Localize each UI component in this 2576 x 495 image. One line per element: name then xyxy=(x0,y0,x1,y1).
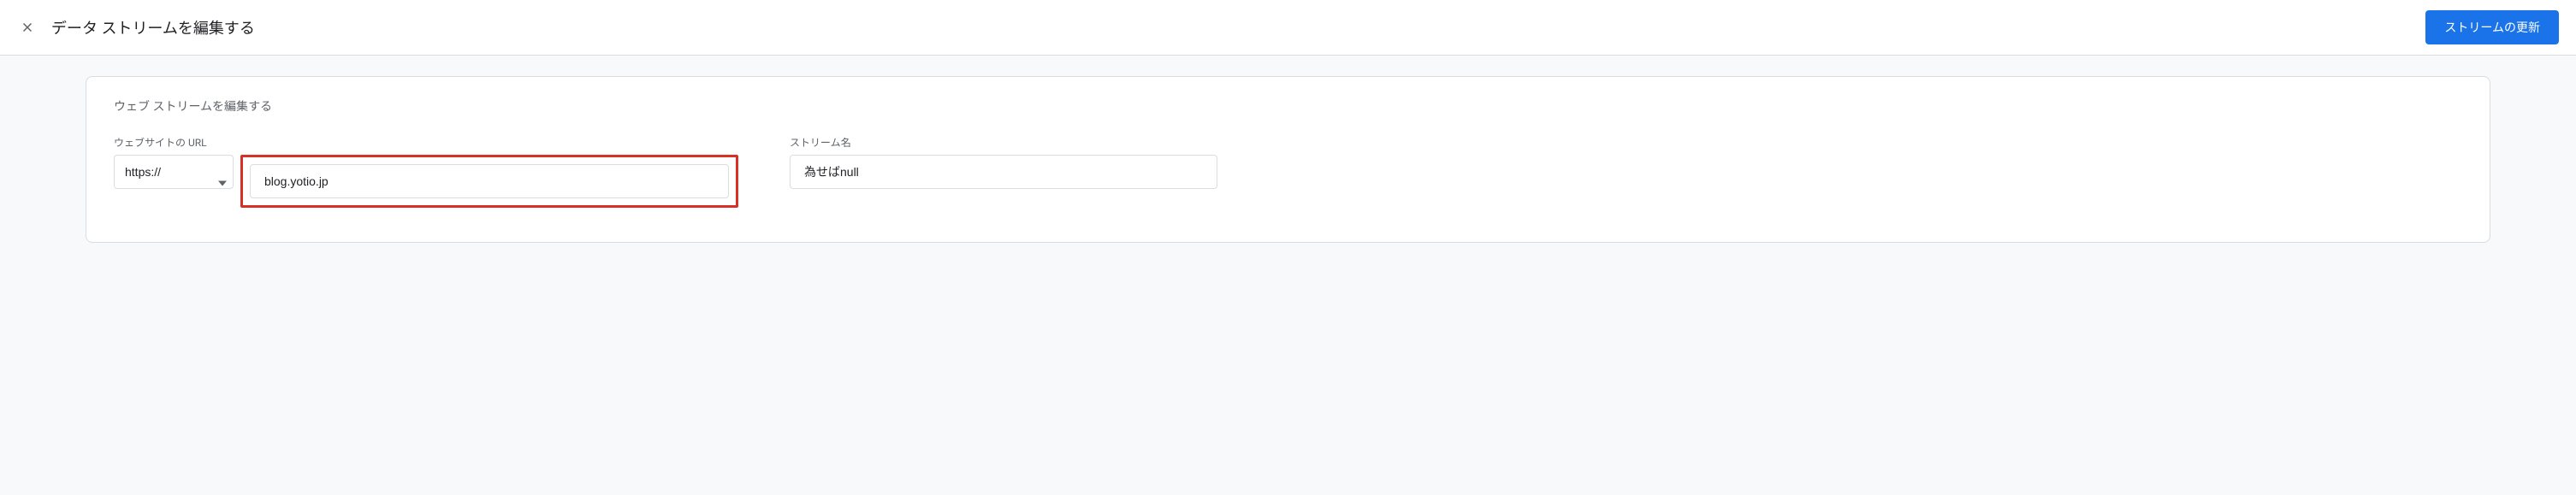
url-inputs: https:// xyxy=(114,155,738,208)
edit-stream-card: ウェブ ストリームを編集する ウェブサイトの URL https:// xyxy=(86,76,2490,243)
header-left: データ ストリームを編集する xyxy=(17,16,255,38)
highlight-box xyxy=(240,155,738,208)
url-label: ウェブサイトの URL xyxy=(114,135,738,150)
stream-name-field-group: ストリーム名 xyxy=(790,135,1217,189)
close-icon[interactable] xyxy=(17,17,38,38)
page-title: データ ストリームを編集する xyxy=(51,16,255,38)
domain-input[interactable] xyxy=(250,164,729,198)
protocol-select-wrap: https:// xyxy=(114,155,234,208)
content-area: ウェブ ストリームを編集する ウェブサイトの URL https:// xyxy=(0,56,2576,263)
header-bar: データ ストリームを編集する ストリームの更新 xyxy=(0,0,2576,56)
update-stream-button[interactable]: ストリームの更新 xyxy=(2425,10,2559,44)
card-title: ウェブ ストリームを編集する xyxy=(114,97,2462,115)
url-field-group: ウェブサイトの URL https:// xyxy=(114,135,738,208)
stream-name-label: ストリーム名 xyxy=(790,135,1217,150)
protocol-select[interactable]: https:// xyxy=(114,155,234,189)
stream-name-input[interactable] xyxy=(790,155,1217,189)
form-row: ウェブサイトの URL https:// xyxy=(114,135,2462,208)
